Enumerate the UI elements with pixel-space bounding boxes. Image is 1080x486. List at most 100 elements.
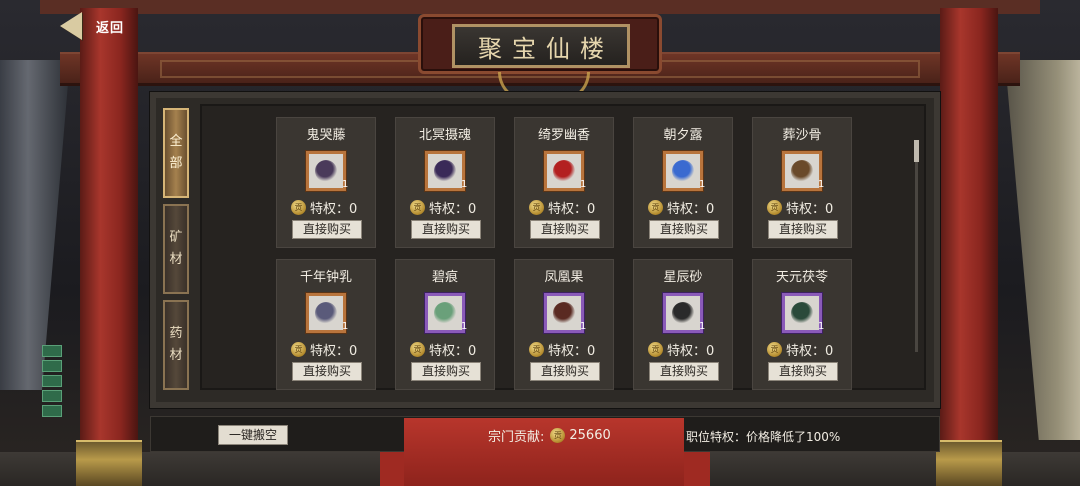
direct-buy-button[interactable]: 直接购买 xyxy=(768,220,838,239)
direct-buy-button[interactable]: 直接购买 xyxy=(292,220,362,239)
item-name: 天元茯苓 xyxy=(775,270,828,285)
left-curtain xyxy=(0,60,70,390)
item-quantity: 1 xyxy=(461,179,468,190)
tab-ore[interactable]: 矿 材 xyxy=(163,204,189,294)
contribution-coin-icon: 贡 xyxy=(291,200,306,215)
item-icon-frame[interactable] xyxy=(306,293,346,333)
item-card[interactable]: 葬沙骨 1 贡特权：0 直接购买 xyxy=(752,117,852,248)
tab-char: 材 xyxy=(169,348,183,363)
item-icon-frame[interactable] xyxy=(544,293,584,333)
contribution-coin-icon: 贡 xyxy=(410,342,425,357)
item-privilege: 贡特权：0 xyxy=(648,340,714,359)
left-pillar xyxy=(76,8,142,486)
privilege-text: 特权：0 xyxy=(548,344,596,359)
item-icon-frame[interactable] xyxy=(782,151,822,191)
direct-buy-button[interactable]: 直接购买 xyxy=(768,362,838,381)
item-card[interactable]: 鬼哭藤 1 贡特权：0 直接购买 xyxy=(276,117,376,248)
item-card[interactable]: 千年钟乳 1 贡特权：0 直接购买 xyxy=(276,259,376,390)
item-card[interactable]: 凤凰果 1 贡特权：0 直接购买 xyxy=(514,259,614,390)
item-icon xyxy=(672,302,694,324)
item-icon xyxy=(672,160,694,182)
right-curtain xyxy=(1005,60,1080,440)
item-card[interactable]: 碧痕 1 贡特权：0 直接购买 xyxy=(395,259,495,390)
scrollbar-thumb[interactable] xyxy=(914,140,919,162)
contribution-coin-icon: 贡 xyxy=(648,200,663,215)
item-icon xyxy=(553,302,575,324)
item-card[interactable]: 绮罗幽香 1 贡特权：0 直接购买 xyxy=(514,117,614,248)
direct-buy-button[interactable]: 直接购买 xyxy=(530,362,600,381)
item-card[interactable]: 天元茯苓 1 贡特权：0 直接购买 xyxy=(752,259,852,390)
item-privilege: 贡特权：0 xyxy=(648,198,714,217)
item-privilege: 贡特权：0 xyxy=(410,198,476,217)
shop-sign: 聚宝仙楼 xyxy=(452,24,630,68)
tab-char: 部 xyxy=(169,156,183,171)
back-arrow-icon xyxy=(60,12,82,40)
contribution-label: 宗门贡献: xyxy=(488,430,545,445)
item-privilege: 贡特权：0 xyxy=(767,340,833,359)
item-card[interactable]: 朝夕露 1 贡特权：0 直接购买 xyxy=(633,117,733,248)
pillar-base xyxy=(76,440,142,486)
item-icon xyxy=(315,302,337,324)
contribution-coin-icon: 贡 xyxy=(767,342,782,357)
direct-buy-button[interactable]: 直接购买 xyxy=(411,220,481,239)
item-icon-frame[interactable] xyxy=(425,151,465,191)
scrollbar-track[interactable] xyxy=(915,140,918,352)
item-name: 绮罗幽香 xyxy=(537,128,590,143)
item-quantity: 1 xyxy=(818,321,825,332)
pillar-base xyxy=(936,440,1002,486)
item-quantity: 1 xyxy=(342,321,349,332)
privilege-text: 特权：0 xyxy=(667,344,715,359)
direct-buy-button[interactable]: 直接购买 xyxy=(411,362,481,381)
direct-buy-button[interactable]: 直接购买 xyxy=(292,362,362,381)
item-name: 星辰砂 xyxy=(663,270,703,285)
item-name: 凤凰果 xyxy=(544,270,584,285)
item-name: 北冥摄魂 xyxy=(418,128,471,143)
item-privilege: 贡特权：0 xyxy=(529,340,595,359)
privilege-text: 特权：0 xyxy=(310,344,358,359)
privilege-text: 特权：0 xyxy=(429,344,477,359)
contribution-coin-icon: 贡 xyxy=(410,200,425,215)
privilege-text: 特权：0 xyxy=(548,202,596,217)
contribution-coin-icon: 贡 xyxy=(291,342,306,357)
item-icon-frame[interactable] xyxy=(306,151,346,191)
item-privilege: 贡特权：0 xyxy=(291,198,357,217)
privilege-text: 特权：0 xyxy=(786,344,834,359)
item-card[interactable]: 星辰砂 1 贡特权：0 直接购买 xyxy=(633,259,733,390)
tab-char: 矿 xyxy=(169,230,183,245)
shop-title: 聚宝仙楼 xyxy=(478,34,614,63)
privilege-text: 特权：0 xyxy=(786,202,834,217)
item-privilege: 贡特权：0 xyxy=(410,340,476,359)
item-quantity: 1 xyxy=(342,179,349,190)
back-button[interactable]: 返回 xyxy=(56,8,142,44)
right-pillar xyxy=(936,8,1002,486)
item-name: 碧痕 xyxy=(431,270,458,285)
item-quantity: 1 xyxy=(699,179,706,190)
item-icon-frame[interactable] xyxy=(663,151,703,191)
contribution-coin-icon: 贡 xyxy=(529,200,544,215)
item-name: 葬沙骨 xyxy=(782,128,822,143)
contribution-coin-icon: 贡 xyxy=(529,342,544,357)
item-privilege: 贡特权：0 xyxy=(529,198,595,217)
contribution-coin-icon: 贡 xyxy=(550,428,566,443)
item-icon-frame[interactable] xyxy=(425,293,465,333)
item-card[interactable]: 北冥摄魂 1 贡特权：0 直接购买 xyxy=(395,117,495,248)
left-green-tags xyxy=(42,345,62,420)
item-quantity: 1 xyxy=(580,321,587,332)
item-quantity: 1 xyxy=(818,179,825,190)
contribution-coin-icon: 贡 xyxy=(648,342,663,357)
contribution-coin-icon: 贡 xyxy=(767,200,782,215)
direct-buy-button[interactable]: 直接购买 xyxy=(649,362,719,381)
tab-all[interactable]: 全 部 xyxy=(163,108,189,198)
item-icon-frame[interactable] xyxy=(782,293,822,333)
item-icon xyxy=(315,160,337,182)
direct-buy-button[interactable]: 直接购买 xyxy=(530,220,600,239)
back-label: 返回 xyxy=(96,20,125,36)
item-icon-frame[interactable] xyxy=(544,151,584,191)
direct-buy-button[interactable]: 直接购买 xyxy=(649,220,719,239)
item-icon xyxy=(791,302,813,324)
tab-herb[interactable]: 药 材 xyxy=(163,300,189,390)
item-icon-frame[interactable] xyxy=(663,293,703,333)
buy-all-button[interactable]: 一键搬空 xyxy=(218,425,288,445)
contribution-display: 宗门贡献: 贡 25660 xyxy=(488,426,611,445)
contribution-value: 25660 xyxy=(569,428,611,443)
